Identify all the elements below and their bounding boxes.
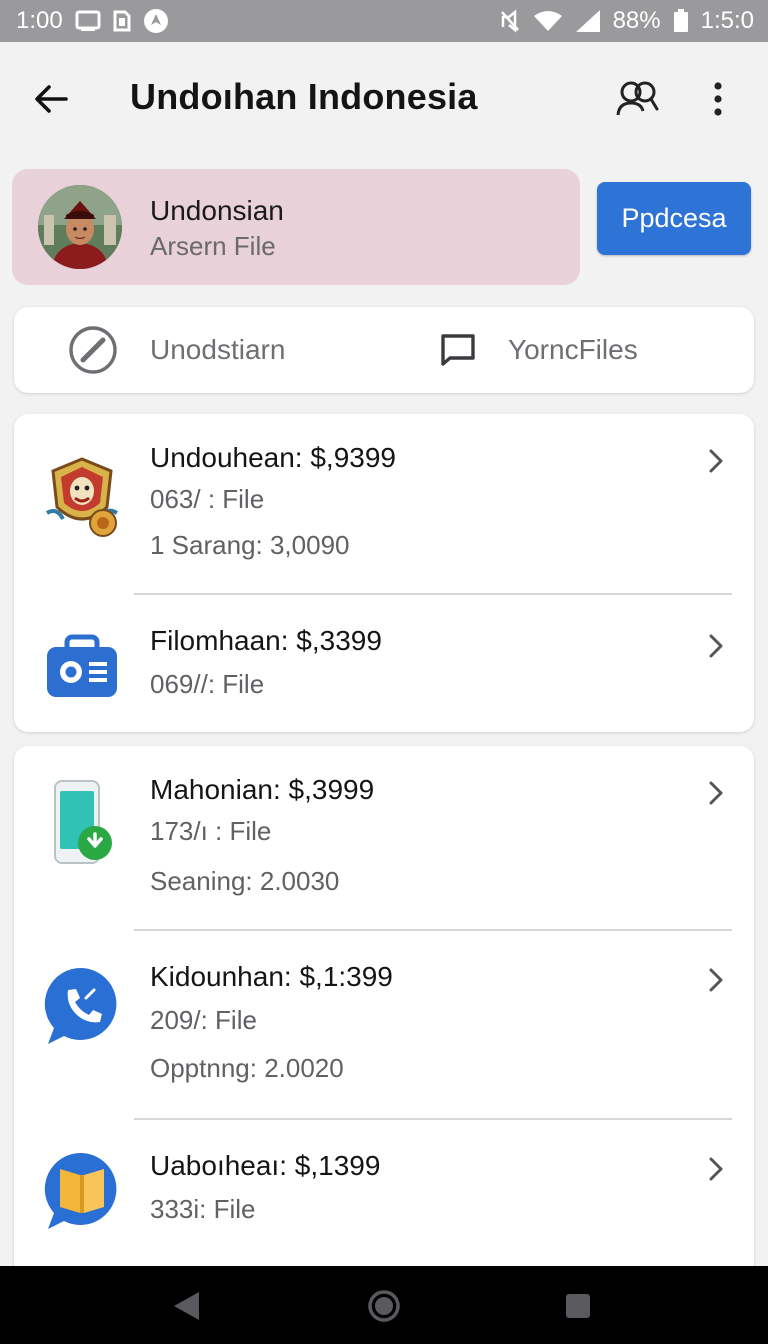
chevron-right-icon	[704, 965, 728, 995]
nav-home-button[interactable]	[364, 1286, 404, 1326]
chevron-right-icon	[704, 631, 728, 661]
status-bar: 1:00 88% 1:5:0	[0, 0, 768, 42]
item-detail: 173/ı : File	[150, 816, 272, 846]
more-vertical-icon	[714, 82, 722, 116]
page-title: Undoıhan Indonesia	[130, 76, 478, 117]
app-bar: Undoıhan Indonesia	[0, 42, 768, 154]
signal-icon	[575, 9, 601, 33]
battery-icon	[673, 9, 689, 33]
item-detail: 209/: File	[150, 1005, 257, 1035]
tab-label: YorncFiles	[508, 334, 638, 365]
nav-recents-icon	[566, 1294, 590, 1318]
list-item[interactable]: Undouhean: $,9399 063/ : File 1 Sarang: …	[14, 414, 754, 594]
tab-unodstiarn[interactable]: Unodstiarn	[68, 307, 285, 393]
item-meta: Opptnng: 2.0020	[150, 1053, 344, 1083]
avatar	[38, 185, 122, 269]
profile-name: Undonsian	[150, 195, 284, 226]
status-right: 88% 1:5:0	[499, 7, 754, 35]
people-search-icon	[616, 81, 659, 116]
battery-percent: 88%	[612, 7, 661, 34]
nav-back-button[interactable]	[166, 1286, 206, 1326]
tab-label: Unodstiarn	[150, 334, 286, 365]
list-item[interactable]: Uaboıheaı: $,1399 333i: File	[14, 1120, 754, 1276]
status-clock: 1:5:0	[700, 7, 754, 34]
phone-download-icon	[42, 778, 122, 868]
item-detail: 333i: File	[150, 1194, 256, 1224]
nav-back-icon	[174, 1292, 199, 1320]
edit-circle-icon	[69, 326, 117, 374]
list-item[interactable]: Kidounhan: $,1:399 209/: File Opptnng: 2…	[14, 931, 754, 1117]
chevron-right-icon	[704, 1154, 728, 1184]
tab-bar: Unodstiarn YorncFiles	[14, 307, 754, 393]
location-icon	[143, 8, 169, 34]
status-left: 1:00	[16, 7, 169, 35]
list-item[interactable]: Filomhaan: $,3399 069//: File	[14, 595, 754, 732]
item-detail: 069//: File	[150, 669, 265, 699]
mute-icon	[499, 9, 521, 33]
phone-chat-icon	[42, 961, 122, 1051]
more-options-button[interactable]	[700, 74, 736, 124]
chat-bubble-icon	[441, 334, 475, 366]
status-time: 1:00	[16, 7, 63, 34]
file-list-card: Undouhean: $,9399 063/ : File 1 Sarang: …	[14, 414, 754, 732]
item-meta: Seaning: 2.0030	[150, 866, 340, 896]
chevron-right-icon	[704, 446, 728, 476]
nav-recents-button[interactable]	[558, 1286, 598, 1326]
nav-home-icon	[368, 1290, 400, 1322]
system-nav-bar	[0, 1266, 768, 1344]
item-title: Uaboıheaı: $,1399	[150, 1150, 381, 1181]
item-title: Mahonian: $,3999	[150, 774, 375, 805]
profile-banner[interactable]: Undonsian Arsern File	[12, 169, 580, 285]
tab-yorncfiles[interactable]: YorncFiles	[440, 307, 638, 393]
item-title: Undouhean: $,9399	[150, 442, 396, 473]
back-button[interactable]	[28, 76, 74, 122]
primary-action-button[interactable]: Ppdcesa	[597, 182, 751, 255]
item-title: Filomhaan: $,3399	[150, 625, 382, 656]
screen-icon	[75, 10, 101, 32]
wifi-icon	[533, 10, 563, 32]
profile-subtitle: Arsern File	[150, 231, 276, 261]
sim-icon	[113, 10, 131, 32]
item-detail: 063/ : File	[150, 484, 265, 514]
item-meta: 1 Sarang: 3,0090	[150, 530, 350, 560]
briefcase-camera-icon	[42, 621, 122, 711]
back-arrow-icon	[35, 85, 68, 113]
item-title: Kidounhan: $,1:399	[150, 961, 393, 992]
mask-emblem-icon	[42, 452, 122, 542]
chevron-right-icon	[704, 778, 728, 808]
file-list-card: Mahonian: $,3999 173/ı : File Seaning: 2…	[14, 746, 754, 1276]
list-item[interactable]: Mahonian: $,3999 173/ı : File Seaning: 2…	[14, 746, 754, 929]
people-search-button[interactable]	[612, 74, 662, 124]
book-icon	[42, 1146, 122, 1236]
